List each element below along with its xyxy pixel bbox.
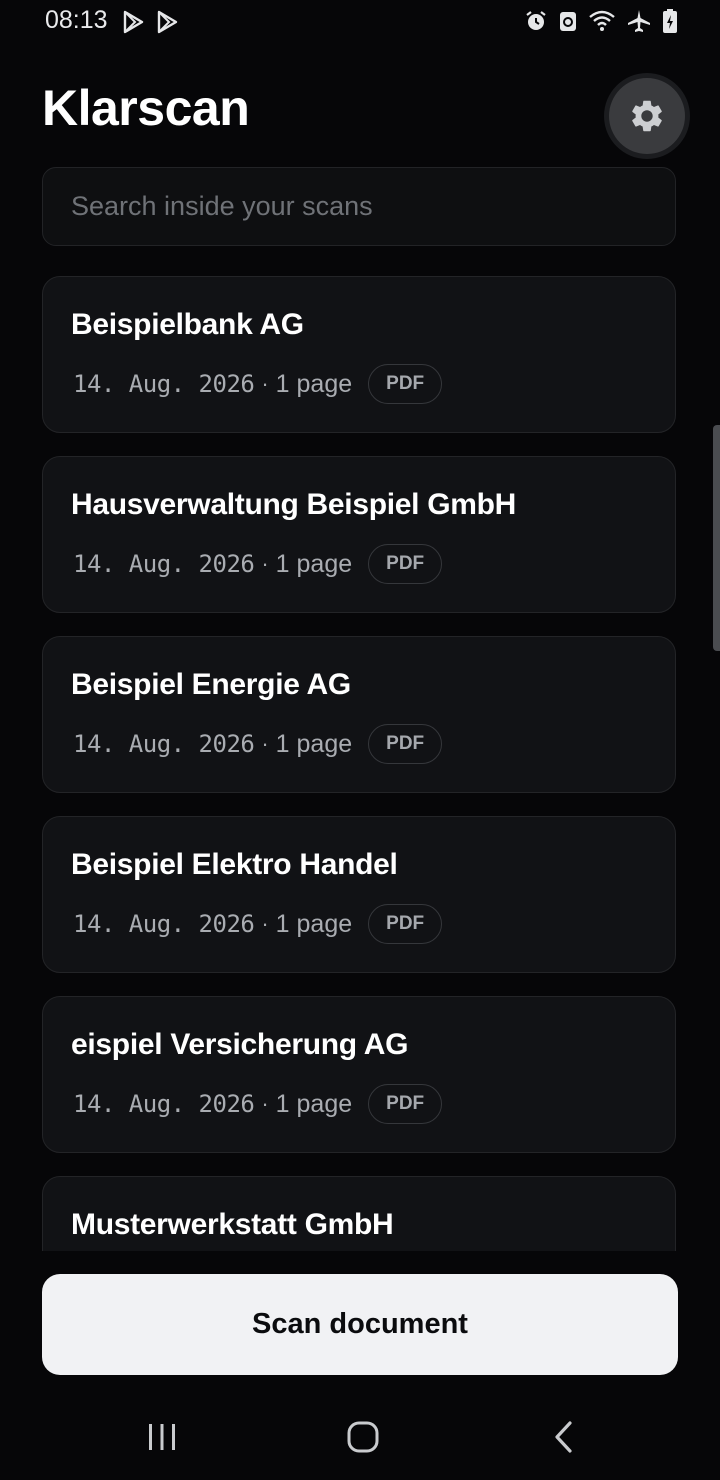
format-badge: PDF	[368, 544, 443, 584]
scan-title: Beispiel Energie AG	[71, 668, 351, 701]
scan-card[interactable]: eispiel Versicherung AG 14. Aug. 2026 · 1 p…	[42, 996, 676, 1153]
scan-card[interactable]: Hausverwaltung Beispiel GmbH 14. Aug. 202…	[42, 456, 676, 613]
play-store-notification-icon	[123, 10, 144, 34]
meta-separator: ·	[261, 1091, 269, 1116]
scan-title: eispiel Versicherung AG	[71, 1028, 409, 1061]
scan-page-count: 1 page	[275, 369, 353, 398]
scan-card[interactable]: Beispielbank AG 14. Aug. 2026 · 1 page PDF	[42, 276, 676, 433]
scan-date: 14. Aug. 2026	[73, 730, 255, 758]
format-badge: PDF	[368, 724, 443, 764]
scan-title: Beispiel Elektro Handel	[71, 848, 398, 881]
back-button[interactable]	[534, 1415, 594, 1459]
status-time: 08:13	[45, 6, 108, 34]
settings-button-surface[interactable]	[609, 78, 685, 154]
status-notification-icons	[120, 9, 180, 35]
meta-separator: ·	[261, 911, 269, 936]
play-store-notification-icon	[157, 10, 178, 34]
scan-date: 14. Aug. 2026	[73, 910, 255, 938]
scan-meta: 14. Aug. 2026 · 1 page PDF	[73, 903, 443, 945]
status-system-icons	[524, 8, 678, 34]
wifi-icon	[589, 10, 615, 31]
battery-charging-icon	[663, 9, 677, 33]
scan-page-count: 1 page	[275, 729, 353, 758]
scan-page-count: 1 page	[275, 909, 353, 938]
home-button[interactable]	[333, 1415, 393, 1459]
meta-separator: ·	[261, 731, 269, 756]
scan-date: 14. Aug. 2026	[73, 1090, 255, 1118]
scan-meta: 14. Aug. 2026 · 1 page PDF	[73, 723, 443, 765]
system-navigation-bar	[0, 1395, 720, 1480]
scan-title: Hausverwaltung Beispiel GmbH	[71, 488, 517, 521]
scan-card[interactable]: Musterwerkstatt GmbH14. Aug. 2026·1 page…	[42, 1176, 676, 1251]
scan-meta: 14. Aug. 2026 · 1 page PDF	[73, 363, 443, 405]
airplane-mode-icon	[628, 10, 650, 32]
gear-icon	[632, 100, 662, 132]
scan-page-count: 1 page	[275, 549, 353, 578]
scan-title: Beispielbank AG	[71, 308, 304, 341]
meta-separator: ·	[261, 371, 269, 396]
data-saver-icon	[560, 12, 576, 31]
format-badge: PDF	[368, 364, 443, 404]
format-badge: PDF	[368, 1084, 443, 1124]
scan-list[interactable]: Beispielbank AG 14. Aug. 2026 · 1 page PDF Ha…	[42, 276, 678, 1251]
settings-button[interactable]	[604, 73, 690, 159]
scan-date: 14. Aug. 2026	[73, 370, 255, 398]
scan-page-count: 1 page	[275, 1089, 353, 1118]
back-icon	[555, 1421, 572, 1453]
scan-card[interactable]: Beispiel Elektro Handel 14. Aug. 2026 · 1 p…	[42, 816, 676, 973]
scan-title: Musterwerkstatt GmbH	[71, 1208, 394, 1241]
meta-separator: ·	[261, 551, 269, 576]
search-box[interactable]	[42, 167, 676, 246]
search-input[interactable]	[43, 168, 675, 245]
scan-meta: 14. Aug. 2026 · 1 page PDF	[73, 543, 443, 585]
scan-document-button[interactable]: Scan document	[42, 1274, 678, 1375]
scrollbar[interactable]	[713, 425, 720, 651]
scan-meta: 14. Aug. 2026 · 1 page PDF	[73, 1083, 443, 1125]
home-icon	[347, 1421, 379, 1453]
recent-apps-button[interactable]	[132, 1415, 192, 1459]
recent-apps-icon	[149, 1424, 175, 1450]
scan-date: 14. Aug. 2026	[73, 550, 255, 578]
alarm-icon	[526, 11, 546, 30]
scan-card[interactable]: Beispiel Energie AG 14. Aug. 2026 · 1 page P…	[42, 636, 676, 793]
format-badge: PDF	[368, 904, 443, 944]
app-title: Klarscan	[42, 80, 250, 136]
status-bar: 08:13	[0, 0, 720, 44]
